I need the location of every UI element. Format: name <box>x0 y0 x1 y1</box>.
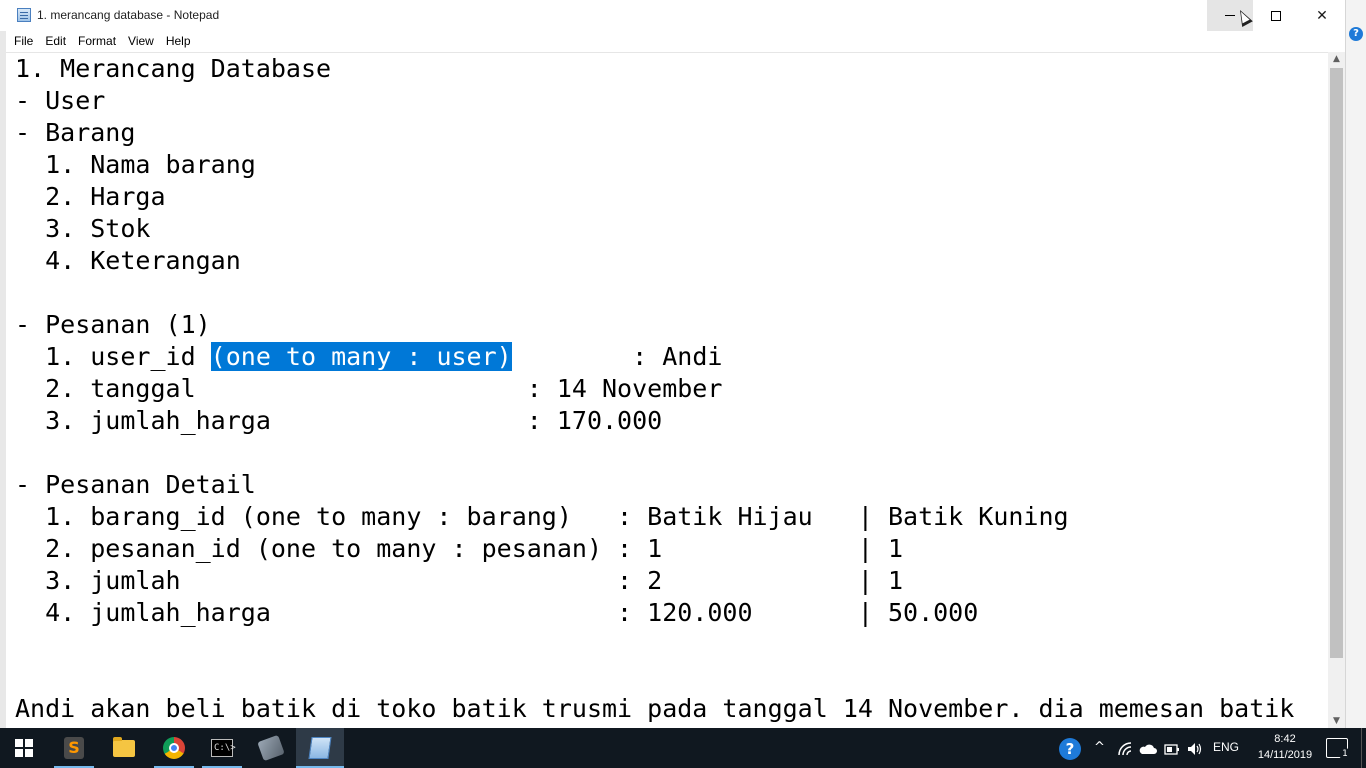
tool-icon <box>257 734 285 762</box>
document-text: 1. Merancang Database - User - Barang 1.… <box>15 53 1294 725</box>
taskbar-utility-tool[interactable] <box>247 728 295 768</box>
close-button[interactable]: ✕ <box>1299 0 1345 31</box>
title-bar[interactable]: 1. merancang database - Notepad ✕ <box>0 0 1345 31</box>
selected-text: (one to many : user) <box>210 342 512 371</box>
clock-date: 14/11/2019 <box>1257 749 1313 761</box>
text-before-selection: 1. Merancang Database - User - Barang 1.… <box>15 54 332 371</box>
scroll-thumb[interactable] <box>1330 68 1343 658</box>
taskbar-chrome[interactable] <box>150 728 198 768</box>
menu-bar: File Edit Format View Help <box>6 31 1345 51</box>
taskbar-clock[interactable]: 8:42 14/11/2019 <box>1250 731 1320 763</box>
text-after-selection: : Andi 2. tanggal : 14 November 3. jumla… <box>15 342 1295 723</box>
terminal-icon: C:\> <box>211 739 236 757</box>
taskbar-notepad[interactable] <box>296 728 344 768</box>
scroll-down-icon[interactable]: ▼ <box>1328 714 1345 728</box>
sublime-text-icon: S <box>64 737 84 759</box>
notepad-app-icon[interactable] <box>17 8 31 22</box>
menu-edit[interactable]: Edit <box>39 31 72 51</box>
window-title: 1. merancang database - Notepad <box>37 8 220 22</box>
show-desktop-button[interactable] <box>1361 728 1366 768</box>
notification-count-badge: 1 <box>1339 748 1351 760</box>
folder-icon <box>113 736 135 757</box>
network-icon[interactable] <box>1117 741 1133 757</box>
taskbar-file-explorer[interactable] <box>100 728 148 768</box>
clock-time: 8:42 <box>1274 733 1296 745</box>
menu-file[interactable]: File <box>8 31 39 51</box>
menu-format[interactable]: Format <box>72 31 122 51</box>
background-help-icon[interactable]: ? <box>1349 27 1363 41</box>
maximize-button[interactable] <box>1253 0 1299 31</box>
chrome-icon <box>163 737 185 759</box>
tray-help-icon[interactable]: ? <box>1059 738 1081 760</box>
windows-logo-icon <box>15 739 33 757</box>
onedrive-icon[interactable] <box>1139 743 1157 755</box>
taskbar: S C:\> <box>0 728 1366 768</box>
taskbar-command-prompt[interactable]: C:\> <box>198 728 246 768</box>
menu-help[interactable]: Help <box>160 31 197 51</box>
volume-icon[interactable] <box>1186 741 1204 757</box>
vertical-scrollbar[interactable]: ▲ ▼ <box>1328 52 1345 728</box>
taskbar-sublime-text[interactable]: S <box>50 728 98 768</box>
notepad-icon <box>308 737 332 759</box>
start-button[interactable] <box>0 728 48 768</box>
tray-chevron-icon[interactable]: ^ <box>1094 737 1105 759</box>
scroll-up-icon[interactable]: ▲ <box>1328 52 1345 66</box>
maximize-icon <box>1271 10 1281 21</box>
background-window-edge <box>1345 0 1366 728</box>
language-indicator[interactable]: ENG <box>1213 740 1239 754</box>
close-icon: ✕ <box>1316 7 1328 24</box>
menu-view[interactable]: View <box>122 31 160 51</box>
power-icon[interactable] <box>1163 741 1181 757</box>
minimize-icon <box>1225 15 1235 16</box>
text-editor-area[interactable]: 1. Merancang Database - User - Barang 1.… <box>6 52 1328 728</box>
